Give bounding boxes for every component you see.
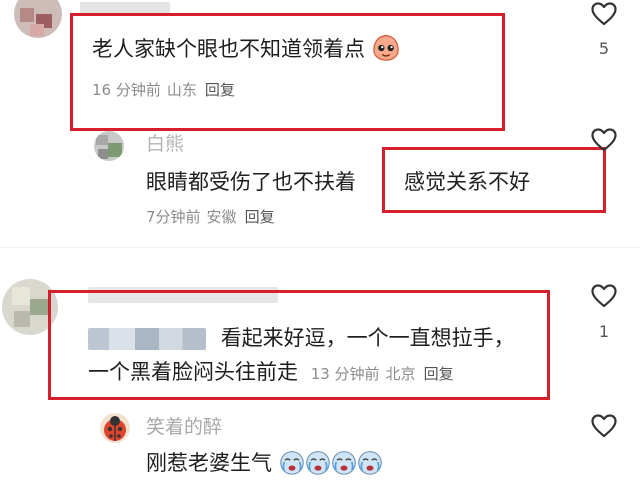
crying-face-emoji	[279, 449, 305, 480]
highlight-box	[70, 13, 505, 131]
avatar[interactable]	[100, 413, 130, 443]
username[interactable]: 白熊	[146, 129, 184, 156]
reply-button[interactable]: 回复	[245, 208, 275, 226]
ladybug-icon	[104, 416, 126, 441]
crying-face-emoji	[331, 449, 357, 480]
crying-face-emoji	[357, 449, 383, 480]
divider	[0, 247, 640, 248]
avatar[interactable]	[94, 131, 124, 161]
location: 安徽	[206, 208, 237, 226]
crying-face-emoji	[305, 449, 331, 480]
heart-outline-icon[interactable]	[591, 284, 617, 308]
comment-meta: 7分钟前 安徽 回复	[146, 206, 275, 227]
like-count: 5	[598, 39, 610, 58]
heart-outline-icon[interactable]	[591, 2, 617, 26]
timestamp: 7分钟前	[146, 208, 201, 226]
username[interactable]: 笑着的醉	[146, 412, 222, 439]
like-count: 1	[598, 322, 610, 341]
heart-outline-icon[interactable]	[591, 414, 617, 438]
avatar[interactable]	[14, 0, 62, 38]
highlight-box	[382, 147, 606, 213]
heart-outline-icon[interactable]	[591, 128, 617, 152]
comment-text: 刚惹老婆生气	[146, 447, 383, 480]
highlight-box	[48, 290, 550, 400]
comment-text: 眼睛都受伤了也不扶着	[146, 170, 356, 194]
